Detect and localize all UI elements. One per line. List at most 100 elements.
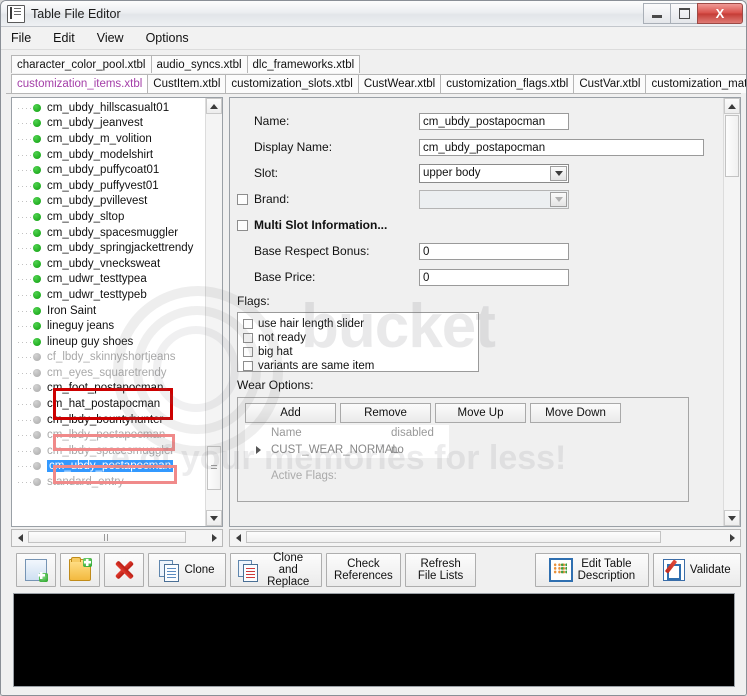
base-respect-bonus-input[interactable]: 0 <box>419 242 569 260</box>
tree-scroll-thumb[interactable] <box>207 446 221 490</box>
multi-slot-checkbox[interactable] <box>237 219 248 231</box>
tree-hscroll-right-button[interactable] <box>206 530 222 546</box>
tree-item[interactable]: ···· cm_lbdy_spacesmuggler <box>17 443 206 459</box>
close-button[interactable]: X <box>697 3 743 24</box>
check-references-button[interactable]: Check References <box>325 553 401 587</box>
table-row[interactable]: CUST_WEAR_NORMAL no <box>245 441 449 458</box>
detail-hscroll-track[interactable] <box>246 530 724 546</box>
detail-scroll-up-button[interactable] <box>724 98 740 114</box>
flag-item[interactable]: variants are same item <box>243 359 478 373</box>
delete-button[interactable] <box>104 553 145 587</box>
tree-item[interactable]: ···· cm_lbdy_bountyhunter <box>17 412 206 428</box>
tree-horizontal-scrollbar[interactable] <box>11 529 223 547</box>
brand-checkbox[interactable] <box>237 193 248 205</box>
new-entry-button[interactable] <box>16 553 57 587</box>
edit-table-description-button[interactable]: Edit Table Description <box>535 553 649 587</box>
flags-list[interactable]: use hair length slider not ready big hat va… <box>237 312 479 372</box>
detail-scroll-thumb[interactable] <box>725 115 739 177</box>
tab-customization-slots[interactable]: customization_slots.xtbl <box>225 74 359 93</box>
wear-move-down-button[interactable]: Move Down <box>530 403 621 423</box>
flag-item[interactable]: not ready <box>243 331 478 345</box>
wear-remove-button[interactable]: Remove <box>340 403 431 423</box>
tree-item[interactable]: ···· cm_hat_postapocman <box>17 396 206 412</box>
tree-item[interactable]: ···· cm_ubdy_postapocman <box>17 459 206 475</box>
tab-custitem[interactable]: CustItem.xtbl <box>147 74 227 93</box>
tree-item[interactable]: ···· cm_ubdy_modelshirt <box>17 147 206 163</box>
tree-item[interactable]: ···· cm_ubdy_vnecksweat <box>17 256 206 272</box>
tree-item[interactable]: ···· cm_ubdy_puffyvest01 <box>17 178 206 194</box>
tree-item[interactable]: ···· cm_foot_postapocman <box>17 381 206 397</box>
tab-custwear[interactable]: CustWear.xtbl <box>357 74 442 93</box>
tree-item[interactable]: ···· cm_udwr_testtypea <box>17 272 206 288</box>
tree-item[interactable]: ···· cm_ubdy_jeanvest <box>17 116 206 132</box>
tab-customization-items[interactable]: customization_items.xtbl <box>11 74 149 93</box>
tree-item[interactable]: ···· cm_udwr_testtypeb <box>17 287 206 303</box>
tree-item[interactable]: ···· cm_eyes_squaretrendy <box>17 365 206 381</box>
detail-scroll-down-button[interactable] <box>724 510 740 526</box>
detail-panel: Name: cm_ubdy_postapocman Display Name: … <box>229 97 741 527</box>
detail-vertical-scrollbar[interactable] <box>723 98 740 526</box>
open-file-button[interactable] <box>60 553 101 587</box>
brand-dropdown-button[interactable] <box>550 191 567 207</box>
maximize-button[interactable] <box>670 3 698 24</box>
flag-item[interactable]: big hat <box>243 345 478 359</box>
tree-vertical-scrollbar[interactable] <box>205 98 222 526</box>
flag-item[interactable]: use hair length slider <box>243 317 478 331</box>
tab-dlc-frameworks[interactable]: dlc_frameworks.xtbl <box>246 55 361 73</box>
display-name-input[interactable]: cm_ubdy_postapocman <box>419 138 704 156</box>
slot-dropdown[interactable]: upper body <box>419 163 569 183</box>
detail-horizontal-scrollbar[interactable] <box>229 529 741 547</box>
tree-item[interactable]: ···· cm_lbdy_postapocman <box>17 427 206 443</box>
menu-item-file[interactable]: File <box>11 31 31 45</box>
tree-item[interactable]: ···· lineup guy shoes <box>17 334 206 350</box>
tree-connector-icon: ···· <box>17 118 33 129</box>
tree-item[interactable]: ···· cm_ubdy_pvillevest <box>17 194 206 210</box>
detail-hscroll-right-button[interactable] <box>724 530 740 546</box>
detail-hscroll-left-button[interactable] <box>230 530 246 546</box>
slot-dropdown-button[interactable] <box>550 165 567 181</box>
validate-button[interactable]: Validate <box>652 553 742 587</box>
detail-hscroll-thumb[interactable] <box>246 531 661 543</box>
wear-add-button[interactable]: Add <box>245 403 336 423</box>
flag-checkbox[interactable] <box>243 333 253 343</box>
tree-item[interactable]: ···· cm_ubdy_springjackettrendy <box>17 240 206 256</box>
tree-hscroll-left-button[interactable] <box>12 530 28 546</box>
menu-item-view[interactable]: View <box>97 31 124 45</box>
tab-customization-materials[interactable]: customization_materials.xtbl <box>645 74 746 93</box>
menu-item-options[interactable]: Options <box>146 31 189 45</box>
tab-audio-syncs[interactable]: audio_syncs.xtbl <box>150 55 248 73</box>
clone-and-replace-button[interactable]: Clone and Replace <box>229 552 322 588</box>
wear-options-table[interactable]: Name disabled CUST_WEAR_NORMAL no <box>245 425 449 458</box>
tree-item[interactable]: ···· cm_ubdy_puffycoat01 <box>17 162 206 178</box>
tab-character-color-pool[interactable]: character_color_pool.xtbl <box>11 55 152 73</box>
tree-item[interactable]: ···· cm_ubdy_sltop <box>17 209 206 225</box>
tree-item[interactable]: ···· Iron Saint <box>17 303 206 319</box>
tree-item[interactable]: ···· cm_ubdy_hillscasualt01 <box>17 100 206 116</box>
tree-item[interactable]: ···· cf_lbdy_skinnyshortjeans <box>17 350 206 366</box>
tree-item[interactable]: ···· cm_ubdy_m_volition <box>17 131 206 147</box>
tab-customization-flags[interactable]: customization_flags.xtbl <box>440 74 575 93</box>
minimize-button[interactable] <box>643 3 671 24</box>
tree-connector-icon: ···· <box>17 274 33 285</box>
flag-checkbox[interactable] <box>243 347 253 357</box>
flag-checkbox[interactable] <box>243 361 253 371</box>
refresh-file-lists-button[interactable]: Refresh File Lists <box>404 553 477 587</box>
entry-tree[interactable]: ···· cm_ubdy_hillscasualt01 ···· cm_ubdy_je… <box>12 100 206 526</box>
flag-checkbox[interactable] <box>243 319 253 329</box>
tree-item[interactable]: ···· standard_entry <box>17 474 206 490</box>
tree-item[interactable]: ···· lineguy jeans <box>17 318 206 334</box>
wear-move-up-button[interactable]: Move Up <box>435 403 526 423</box>
multi-slot-label[interactable]: Multi Slot Information... <box>254 218 387 232</box>
tree-hscroll-thumb[interactable] <box>28 531 186 543</box>
tree-scroll-up-button[interactable] <box>206 98 222 114</box>
clone-button[interactable]: Clone <box>148 553 226 587</box>
tree-item[interactable]: ···· cm_ubdy_spacesmuggler <box>17 225 206 241</box>
name-input[interactable]: cm_ubdy_postapocman <box>419 112 569 130</box>
tree-connector-icon: ···· <box>17 149 33 160</box>
tree-hscroll-track[interactable] <box>28 530 206 546</box>
brand-dropdown[interactable] <box>419 189 569 209</box>
tree-scroll-down-button[interactable] <box>206 510 222 526</box>
tab-custvar[interactable]: CustVar.xtbl <box>573 74 647 93</box>
base-price-input[interactable]: 0 <box>419 268 569 286</box>
menu-item-edit[interactable]: Edit <box>53 31 75 45</box>
